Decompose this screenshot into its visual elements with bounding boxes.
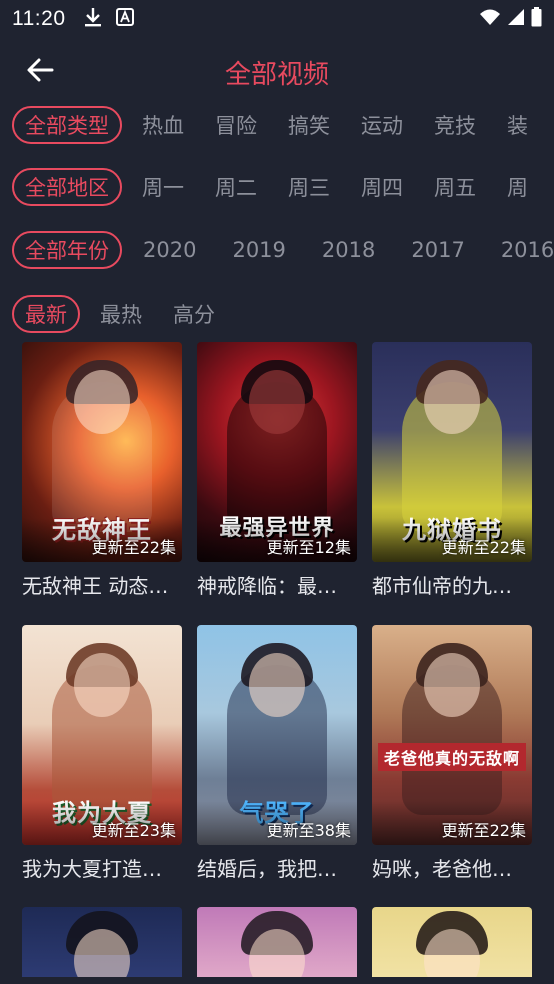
chip-type-all[interactable]: 全部类型 [12, 106, 122, 144]
chip-year-option[interactable]: 2019 [220, 231, 297, 269]
video-cover[interactable]: 无敌神王 更新至22集 [22, 342, 182, 562]
video-cover[interactable] [197, 907, 357, 977]
filter-row-year: 全部年份 2020 2019 2018 2017 2016 [0, 229, 554, 271]
app-header: 全部视频 [0, 44, 554, 98]
chip-sort-latest[interactable]: 最新 [12, 295, 80, 333]
video-title[interactable]: 都市仙帝的九… [372, 570, 532, 599]
filter-row-sort: 最新 最热 高分 [0, 293, 554, 335]
battery-icon [531, 6, 542, 32]
video-cover[interactable]: 最强异世界 更新至12集 [197, 342, 357, 562]
chip-year-all[interactable]: 全部年份 [12, 231, 122, 269]
video-cover[interactable]: 气哭了 更新至38集 [197, 625, 357, 845]
chip-year-option[interactable]: 2016 [489, 231, 554, 269]
cover-title-art: 老爸他真的无敌啊 [378, 743, 526, 771]
chip-region-option[interactable]: 周三 [277, 168, 341, 206]
chip-type-option[interactable]: 竞技 [423, 106, 487, 144]
video-card[interactable]: 最强异世界 更新至12集 神戒降临：最… [197, 342, 357, 599]
video-title[interactable]: 我为大夏打造… [22, 853, 182, 882]
chip-type-option[interactable]: 运动 [350, 106, 414, 144]
status-bar: 11:20 [0, 0, 554, 38]
chip-region-all[interactable]: 全部地区 [12, 168, 122, 206]
video-cover[interactable] [372, 907, 532, 977]
status-system-icons [479, 6, 542, 32]
chip-region-option[interactable]: 周 [496, 168, 539, 206]
filter-row-region: 全部地区 周一 周二 周三 周四 周五 周 [0, 166, 554, 208]
video-card[interactable]: 老爸他真的无敌啊 更新至22集 妈咪，老爸他… [372, 625, 532, 882]
episode-badge: 更新至38集 [266, 821, 351, 840]
chip-year-option[interactable]: 2020 [131, 231, 208, 269]
chip-region-option[interactable]: 周四 [350, 168, 414, 206]
video-card[interactable]: 气哭了 更新至38集 结婚后，我把… [197, 625, 357, 882]
video-card[interactable] [372, 907, 532, 977]
chip-sort-option[interactable]: 最热 [89, 295, 153, 333]
episode-badge: 更新至22集 [441, 821, 526, 840]
video-title[interactable]: 神戒降临：最… [197, 570, 357, 599]
video-card[interactable]: 无敌神王 更新至22集 无敌神王 动态… [22, 342, 182, 599]
episode-badge: 更新至12集 [266, 538, 351, 557]
download-icon [84, 7, 102, 32]
video-card[interactable]: 我为大夏 更新至23集 我为大夏打造… [22, 625, 182, 882]
chip-type-option[interactable]: 装 [496, 106, 539, 144]
episode-badge: 更新至22集 [91, 538, 176, 557]
episode-badge: 更新至22集 [441, 538, 526, 557]
chip-type-option[interactable]: 热血 [131, 106, 195, 144]
wifi-icon [479, 7, 501, 31]
chip-region-option[interactable]: 周一 [131, 168, 195, 206]
episode-badge: 更新至23集 [91, 821, 176, 840]
chip-year-option[interactable]: 2018 [310, 231, 387, 269]
video-cover[interactable]: 九狱婚书 更新至22集 [372, 342, 532, 562]
status-time: 11:20 [12, 7, 66, 30]
chip-type-option[interactable]: 冒险 [204, 106, 268, 144]
video-cover[interactable]: 老爸他真的无敌啊 更新至22集 [372, 625, 532, 845]
video-card[interactable] [197, 907, 357, 977]
video-card[interactable]: 九狱婚书 更新至22集 都市仙帝的九… [372, 342, 532, 599]
video-title[interactable]: 结婚后，我把… [197, 853, 357, 882]
page-title: 全部视频 [224, 60, 329, 90]
video-title[interactable]: 妈咪，老爸他… [372, 853, 532, 882]
chip-type-option[interactable]: 搞笑 [277, 106, 341, 144]
signal-icon [507, 7, 525, 31]
video-cover[interactable] [22, 907, 182, 977]
filter-row-type: 全部类型 热血 冒险 搞笑 运动 竞技 装 [0, 104, 554, 146]
a-app-icon [115, 7, 134, 31]
video-cover[interactable]: 我为大夏 更新至23集 [22, 625, 182, 845]
video-card[interactable] [22, 907, 182, 977]
status-notification-icons [84, 7, 134, 32]
chip-sort-option[interactable]: 高分 [162, 295, 226, 333]
chip-year-option[interactable]: 2017 [399, 231, 476, 269]
chip-region-option[interactable]: 周五 [423, 168, 487, 206]
video-title[interactable]: 无敌神王 动态… [22, 570, 182, 599]
chip-region-option[interactable]: 周二 [204, 168, 268, 206]
